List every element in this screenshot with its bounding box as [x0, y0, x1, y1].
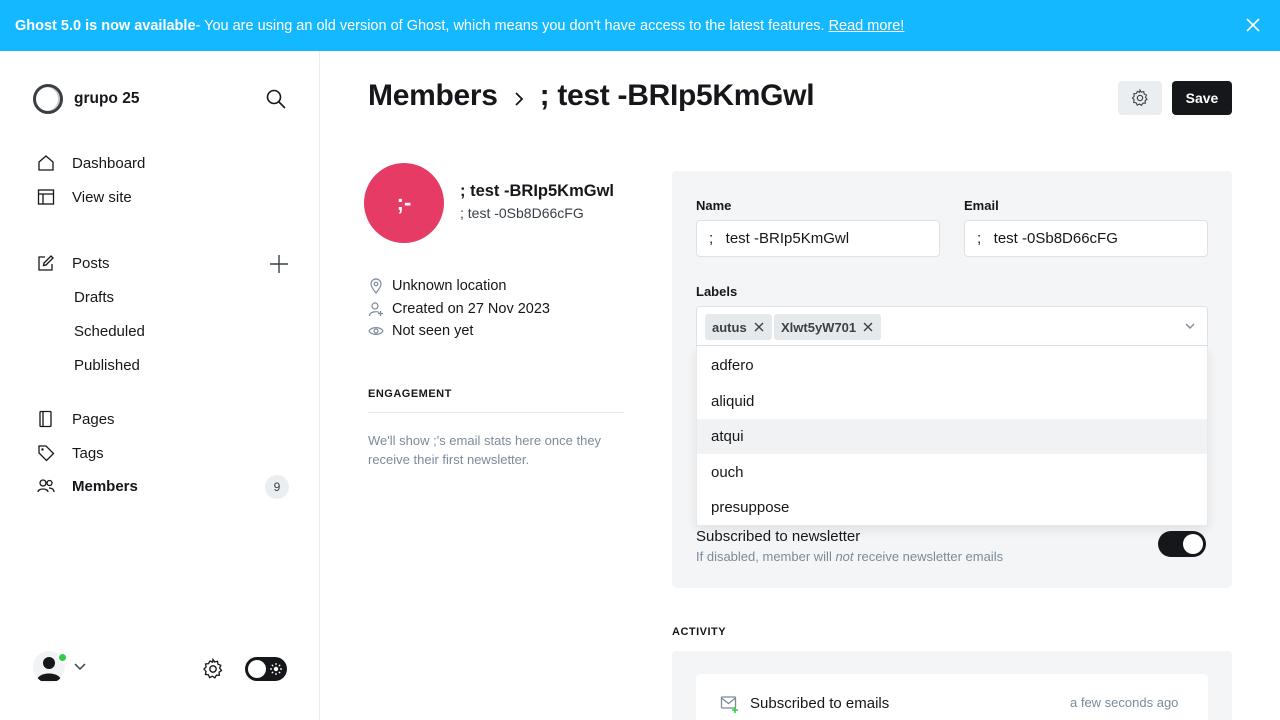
sun-icon: [270, 663, 282, 675]
breadcrumb: Members ; test -BRIp5KmGwl: [368, 79, 815, 113]
member-created-text: Created on 27 Nov 2023: [392, 301, 550, 317]
members-icon: [37, 479, 55, 493]
plus-icon[interactable]: [268, 253, 290, 275]
theme-toggle-knob: [248, 660, 266, 678]
eye-icon: [368, 327, 384, 335]
banner-read-more-link[interactable]: Read more!: [829, 18, 905, 34]
chevron-down-icon[interactable]: [73, 662, 87, 672]
member-seen: Not seen yet: [368, 323, 473, 339]
gear-icon: [1131, 88, 1148, 107]
update-banner: Ghost 5.0 is now available - You are usi…: [0, 0, 1280, 51]
label-chip: Xlwt5yW701: [774, 314, 882, 340]
labels-input[interactable]: autus Xlwt5yW701: [696, 306, 1208, 346]
member-location-text: Unknown location: [392, 278, 507, 294]
sidebar-item-label: Pages: [72, 410, 115, 428]
member-created: Created on 27 Nov 2023: [368, 301, 550, 317]
label-chip: autus: [705, 314, 772, 340]
dropdown-option[interactable]: aliquid: [697, 384, 1207, 419]
newsletter-desc-end: receive newsletter emails: [853, 549, 1004, 564]
online-status-dot: [57, 652, 68, 663]
dropdown-option[interactable]: ouch: [697, 455, 1207, 490]
banner-title: Ghost 5.0 is now available: [15, 17, 196, 34]
chevron-right-icon: [514, 92, 523, 106]
dropdown-option[interactable]: adfero: [697, 348, 1207, 383]
gear-icon[interactable]: [201, 657, 225, 681]
labels-dropdown: adfero aliquid atqui ouch presuppose: [696, 346, 1208, 526]
sidebar-item-drafts[interactable]: Drafts: [74, 289, 114, 306]
newsletter-title: Subscribed to newsletter: [696, 528, 861, 545]
sidebar-item-label: View site: [72, 188, 132, 206]
sidebar: grupo 25 Dashboard View site Posts Draft…: [0, 51, 320, 720]
divider: [368, 412, 624, 413]
search-icon[interactable]: [265, 88, 287, 110]
newsletter-toggle[interactable]: [1158, 531, 1206, 557]
label-chip-text: autus: [712, 319, 747, 335]
sidebar-item-tags[interactable]: Tags: [37, 444, 104, 462]
member-name: ; test -BRIp5KmGwl: [460, 182, 615, 200]
sidebar-item-pages[interactable]: Pages: [37, 410, 115, 428]
member-seen-text: Not seen yet: [392, 323, 474, 339]
sidebar-item-view-site[interactable]: View site: [37, 188, 132, 206]
labels-label: Labels: [696, 284, 738, 299]
edit-icon: [38, 255, 54, 271]
newsletter-desc-start: If disabled, member will: [696, 549, 836, 564]
member-avatar: ;-: [364, 163, 444, 243]
layout-icon: [37, 189, 55, 205]
user-add-icon: [368, 302, 383, 317]
breadcrumb-members-link[interactable]: Members: [368, 79, 498, 113]
banner-text: - You are using an old version of Ghost,…: [195, 17, 825, 34]
chevron-down-icon[interactable]: [1183, 319, 1197, 333]
location-pin-icon: [370, 278, 382, 294]
save-button[interactable]: Save: [1172, 81, 1232, 115]
close-icon[interactable]: [1244, 16, 1262, 34]
dropdown-option-highlighted[interactable]: atqui: [697, 419, 1207, 454]
site-name: grupo 25: [74, 90, 140, 107]
tag-icon: [38, 445, 55, 462]
dropdown-option[interactable]: presuppose: [697, 490, 1207, 525]
activity-time: a few seconds ago: [1070, 695, 1179, 710]
engagement-text: We'll show ;'s email stats here once the…: [368, 433, 602, 467]
theme-toggle[interactable]: [245, 657, 287, 681]
engagement-heading: ENGAGEMENT: [368, 388, 452, 400]
sidebar-item-published[interactable]: Published: [74, 357, 140, 374]
sidebar-item-scheduled[interactable]: Scheduled: [74, 323, 145, 340]
sidebar-item-members[interactable]: Members: [37, 477, 138, 495]
member-settings-button[interactable]: [1118, 81, 1162, 115]
sidebar-item-posts[interactable]: Posts: [37, 254, 110, 272]
name-label: Name: [696, 198, 732, 213]
home-icon: [38, 155, 54, 171]
site-brand[interactable]: grupo 25: [33, 84, 139, 114]
page-title: ; test -BRIp5KmGwl: [539, 79, 815, 112]
member-location: Unknown location: [368, 278, 506, 294]
name-field[interactable]: [696, 220, 940, 257]
newsletter-description: If disabled, member will not receive new…: [696, 549, 1003, 564]
activity-event: Subscribed to emails: [750, 695, 890, 712]
sidebar-item-label: Dashboard: [72, 154, 146, 172]
sidebar-item-label: Tags: [72, 444, 104, 462]
member-email: ; test -0Sb8D66cFG: [460, 205, 584, 221]
page-icon: [39, 410, 52, 428]
email-subscribe-icon: [720, 696, 738, 713]
sidebar-item-dashboard[interactable]: Dashboard: [37, 154, 145, 172]
email-label: Email: [964, 198, 999, 213]
activity-heading: ACTIVITY: [672, 626, 727, 638]
newsletter-desc-emphasis: not: [835, 549, 854, 564]
site-logo-icon: [33, 84, 63, 114]
members-count-badge: 9: [265, 475, 289, 499]
remove-icon[interactable]: [754, 322, 764, 332]
label-chip-text: Xlwt5yW701: [781, 319, 857, 335]
email-field[interactable]: [964, 220, 1208, 257]
sidebar-item-label: Posts: [72, 254, 110, 272]
remove-icon[interactable]: [863, 322, 873, 332]
sidebar-item-label: Members: [72, 477, 138, 495]
newsletter-toggle-knob: [1183, 534, 1203, 554]
